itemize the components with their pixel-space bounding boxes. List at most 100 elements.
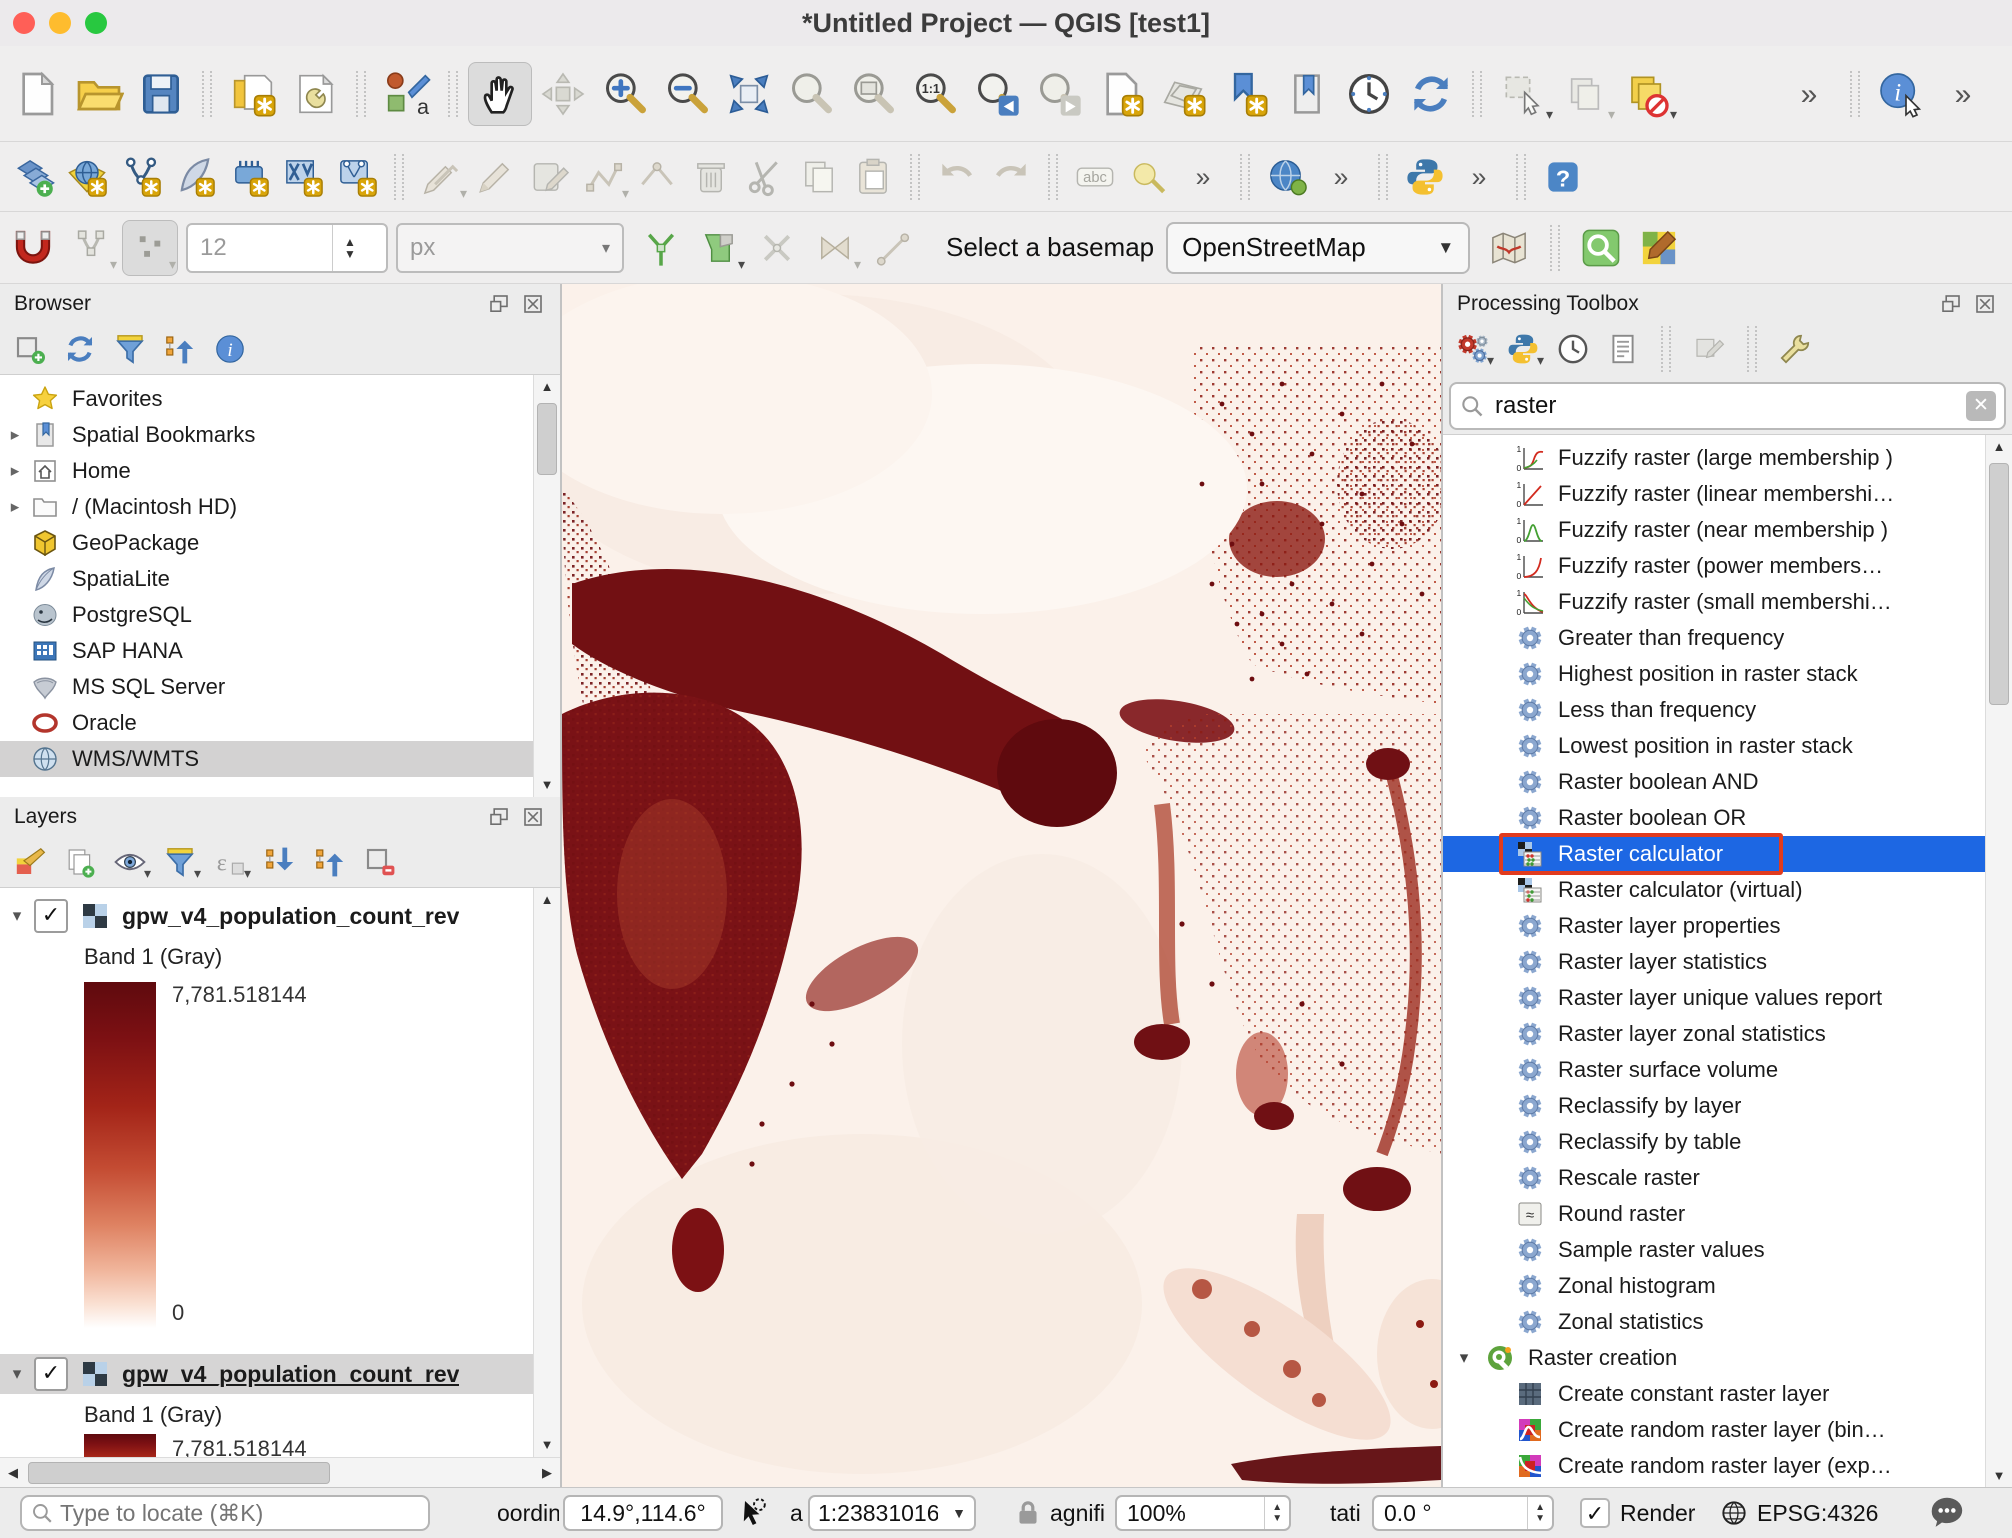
browser-item-ms-sql-server[interactable]: MS SQL Server (0, 669, 560, 705)
toolbox-item-raster-calculator-virtual[interactable]: Raster calculator (virtual) (1443, 872, 2012, 908)
toolbox-item-create-random-raster-layer-exp[interactable]: Create random raster layer (exp… (1443, 1448, 2012, 1484)
browser-scrollbar[interactable]: ▲ ▼ (533, 375, 560, 797)
scroll-down-arrow[interactable]: ▼ (534, 1433, 560, 1457)
coordinate-input[interactable] (565, 1499, 721, 1528)
close-panel-button[interactable] (520, 804, 546, 830)
zoom-native-resolution-button[interactable]: 1:1 (904, 63, 966, 125)
scale-input[interactable] (810, 1499, 940, 1528)
invert-selection-button[interactable]: ▾ (1616, 63, 1678, 125)
zoom-next-button[interactable] (1028, 63, 1090, 125)
scale-combo[interactable]: ▼ (808, 1495, 976, 1531)
layers-scrollbar[interactable]: ▲ ▼ (533, 888, 560, 1457)
toolbox-item-zonal-statistics[interactable]: Zonal statistics (1443, 1304, 2012, 1340)
crs-globe-icon[interactable] (1718, 1488, 1750, 1538)
browser-item-macintosh-hd[interactable]: ▸/ (Macintosh HD) (0, 489, 560, 525)
close-panel-button[interactable] (1972, 291, 1998, 317)
add-group-button[interactable] (58, 840, 102, 884)
new-spatialite-layer-button[interactable] (168, 150, 222, 204)
toolbox-item-create-constant-raster-layer[interactable]: Create constant raster layer (1443, 1376, 2012, 1412)
float-panel-button[interactable] (1938, 291, 1964, 317)
edit-features-in-place-button[interactable] (1687, 327, 1731, 371)
scrollbar-thumb[interactable] (1989, 463, 2009, 705)
toolbox-item-raster-layer-properties[interactable]: Raster layer properties (1443, 908, 2012, 944)
snap-tolerance-spinner[interactable]: ▲▼ (332, 225, 367, 271)
toggle-editing-multi-button[interactable]: ▾ (414, 150, 468, 204)
new-shapefile-layer-button[interactable] (114, 150, 168, 204)
toolbar-overflow-5-button[interactable]: » (1452, 150, 1506, 204)
digitize-with-segment-button[interactable]: ▾ (576, 150, 630, 204)
scroll-up-arrow[interactable]: ▲ (534, 888, 560, 912)
toolbox-item-raster-layer-statistics[interactable]: Raster layer statistics (1443, 944, 2012, 980)
save-layer-edits-button[interactable] (522, 150, 576, 204)
browser-item-oracle[interactable]: Oracle (0, 705, 560, 741)
magnifier-input[interactable] (1117, 1499, 1264, 1528)
toolbar-overflow-3-button[interactable]: » (1176, 150, 1230, 204)
browser-item-wms-wmts[interactable]: WMS/WMTS (0, 741, 560, 777)
basemap-select[interactable]: OpenStreetMap ▼ (1166, 222, 1470, 274)
scroll-right-arrow[interactable]: ▶ (534, 1458, 560, 1488)
toolbox-item-rescale-raster[interactable]: Rescale raster (1443, 1160, 2012, 1196)
search-plugin-button[interactable] (1574, 221, 1628, 275)
help-button[interactable]: ? (1536, 150, 1590, 204)
lock-scale-icon[interactable] (1012, 1488, 1044, 1538)
open-project-button[interactable] (68, 63, 130, 125)
save-project-button[interactable] (130, 63, 192, 125)
toolbar-overflow-4-button[interactable]: » (1314, 150, 1368, 204)
browser-item-postgresql[interactable]: PostgreSQL (0, 597, 560, 633)
new-map-view-button[interactable] (1090, 63, 1152, 125)
toolbox-item-reclassify-by-layer[interactable]: Reclassify by layer (1443, 1088, 2012, 1124)
zoom-in-button[interactable] (594, 63, 656, 125)
magnifier-spinner[interactable]: ▲▼ (1264, 1497, 1289, 1529)
toolbox-item-raster-boolean-and[interactable]: Raster boolean AND (1443, 764, 2012, 800)
filter-legend-button[interactable]: ▾ (158, 840, 202, 884)
open-layer-styling-button[interactable] (8, 840, 52, 884)
quickmap-services-button[interactable] (1632, 221, 1686, 275)
scripts-menu-button[interactable]: ▾ (1501, 327, 1545, 371)
toolbox-item-raster-surface-volume[interactable]: Raster surface volume (1443, 1052, 2012, 1088)
scroll-down-arrow[interactable]: ▼ (1986, 1464, 2012, 1488)
layer-diagram-button[interactable] (1122, 150, 1176, 204)
toolbox-item-less-than-frequency[interactable]: Less than frequency (1443, 692, 2012, 728)
toolbox-item-raster-calculator[interactable]: Raster calculator (1443, 836, 2012, 872)
topological-editing-button[interactable] (634, 221, 688, 275)
new-memory-layer-button[interactable] (222, 150, 276, 204)
avoid-overlap-button[interactable]: ▾ (692, 221, 746, 275)
zoom-full-extent-button[interactable] (718, 63, 780, 125)
expand-all-button[interactable] (258, 840, 302, 884)
cut-features-button[interactable] (738, 150, 792, 204)
new-mesh-layer-button[interactable] (330, 150, 384, 204)
toolbox-item-sample-raster-values[interactable]: Sample raster values (1443, 1232, 2012, 1268)
paste-features-button[interactable] (846, 150, 900, 204)
refresh-browser-button[interactable] (58, 327, 102, 371)
results-viewer-button[interactable] (1601, 327, 1645, 371)
extent-toggle-icon[interactable] (733, 1488, 769, 1538)
toggle-editing-button[interactable] (468, 150, 522, 204)
scroll-down-arrow[interactable]: ▼ (534, 773, 560, 797)
toolbar-overflow-2-button[interactable]: » (1932, 63, 1994, 125)
zoom-last-button[interactable] (966, 63, 1028, 125)
zoom-to-layer-button[interactable] (842, 63, 904, 125)
filter-by-expression-button[interactable]: ε▾ (208, 840, 252, 884)
enable-snapping-button[interactable] (6, 221, 60, 275)
delete-selected-button[interactable] (684, 150, 738, 204)
collapse-all-button[interactable] (158, 327, 202, 371)
identify-features-button[interactable]: i (1870, 63, 1932, 125)
toolbox-item-round-raster[interactable]: ≈Round raster (1443, 1196, 2012, 1232)
collapse-arrow-icon[interactable]: ▾ (0, 1364, 34, 1384)
browser-item-spatialite[interactable]: SpatiaLite (0, 561, 560, 597)
toolbox-item-greater-than-frequency[interactable]: Greater than frequency (1443, 620, 2012, 656)
style-manager-button[interactable]: a (376, 63, 438, 125)
toolbox-item-fuzzify-raster-small-membershi[interactable]: 10Fuzzify raster (small membershi… (1443, 584, 2012, 620)
add-favorite-button[interactable] (8, 327, 52, 371)
toolbox-item-fuzzify-raster-power-members[interactable]: 10Fuzzify raster (power members… (1443, 548, 2012, 584)
toolbox-scrollbar[interactable]: ▲ ▼ (1985, 435, 2012, 1488)
show-layout-manager-button[interactable] (284, 63, 346, 125)
expand-arrow-icon[interactable]: ▸ (0, 497, 30, 517)
collapse-arrow-icon[interactable]: ▾ (0, 906, 34, 926)
select-features-button[interactable]: ▾ (1492, 63, 1554, 125)
rotation-spinner[interactable]: ▲▼ (1527, 1497, 1552, 1529)
float-panel-button[interactable] (486, 804, 512, 830)
add-wms-layer-button[interactable] (60, 150, 114, 204)
layer-labeling-button[interactable]: abc (1068, 150, 1122, 204)
snapping-on-intersection-button[interactable] (750, 221, 804, 275)
